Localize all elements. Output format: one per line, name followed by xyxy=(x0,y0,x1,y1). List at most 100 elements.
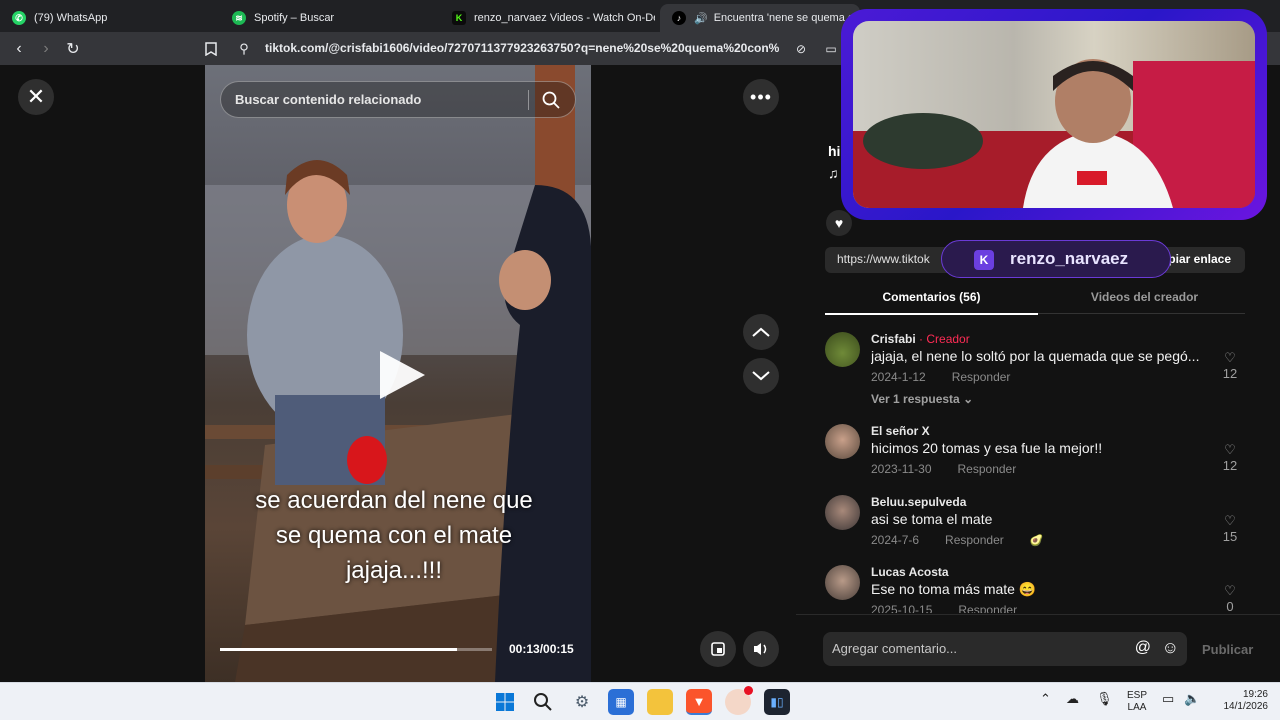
like-count: 15 xyxy=(1222,529,1238,544)
site-info-icon[interactable]: ⚲ xyxy=(233,38,255,60)
microphone-icon[interactable]: 🎙 xyxy=(1096,692,1113,705)
reply-button[interactable]: Responder xyxy=(958,603,1017,613)
tab-tiktok[interactable]: ♪ 🔊 Encuentra 'nene se quema co xyxy=(660,4,860,32)
time-display: 00:13/00:15 xyxy=(509,642,574,656)
tab-title: Spotify – Buscar xyxy=(254,12,335,24)
comment-like[interactable]: ♡ 15 xyxy=(1215,513,1245,544)
share-link-text: https://www.tiktok xyxy=(837,252,930,266)
tab-title: renzo_narvaez Videos - Watch On-De xyxy=(474,12,655,24)
whatsapp-icon: ✆ xyxy=(12,11,26,25)
store-icon[interactable]: ▦ xyxy=(608,689,634,715)
notification-dot-icon xyxy=(744,686,753,695)
comment-like[interactable]: ♡ 12 xyxy=(1215,350,1245,381)
floating-player-button[interactable] xyxy=(700,631,736,667)
tab-spotify[interactable]: ≋ Spotify – Buscar xyxy=(220,4,435,32)
more-options-button[interactable]: ••• xyxy=(743,79,779,115)
cast-icon[interactable]: ▭ xyxy=(820,38,842,60)
comment-like[interactable]: ♡ 12 xyxy=(1215,442,1245,473)
folder-icon[interactable] xyxy=(647,689,673,715)
heart-icon: ♡ xyxy=(1224,350,1236,365)
camera-off-icon[interactable]: ⊘ xyxy=(790,38,812,60)
tab-kick[interactable]: K renzo_narvaez Videos - Watch On-De xyxy=(440,4,655,32)
progress-bar[interactable] xyxy=(220,648,492,651)
comment-author[interactable]: El señor X xyxy=(871,424,930,438)
settings-icon[interactable]: ⚙ xyxy=(569,689,595,715)
related-search-input[interactable]: Buscar contenido relacionado xyxy=(220,81,576,118)
bookmark-icon[interactable] xyxy=(200,38,222,60)
comment-author[interactable]: Lucas Acosta xyxy=(871,565,949,579)
comment-author[interactable]: Beluu.sepulveda xyxy=(871,495,966,509)
obs-icon[interactable]: ▮▯ xyxy=(764,689,790,715)
comment-date: 2023-11-30 xyxy=(871,462,932,476)
display-icon[interactable]: ▭ xyxy=(1162,692,1174,705)
comment-date: 2024-7-6 xyxy=(871,533,920,547)
tab-comments[interactable]: Comentarios (56) xyxy=(825,290,1038,315)
comment-item: Crisfabi · Creador jajaja, el nene lo so… xyxy=(825,332,1245,412)
caption-line: jajaja...!!! xyxy=(345,557,443,584)
brave-icon[interactable]: ▼ xyxy=(686,689,712,715)
comment-meta: 2025-10-15 Responder xyxy=(871,603,1043,613)
comment-item: El señor X hicimos 20 tomas y esa fue la… xyxy=(825,424,1245,484)
audio-icon: 🔊 xyxy=(694,12,708,25)
tab-creator-videos[interactable]: Videos del creador xyxy=(1038,290,1251,304)
streamer-name: renzo_narvaez xyxy=(1010,249,1129,268)
tab-whatsapp[interactable]: ✆ (79) WhatsApp xyxy=(0,4,215,32)
forward-icon[interactable]: › xyxy=(35,38,57,60)
comment-input[interactable]: Agregar comentario... @ ☺ xyxy=(823,632,1187,666)
comment-date: 2025-10-15 xyxy=(871,603,933,613)
avatar[interactable] xyxy=(825,424,860,459)
previous-video-button[interactable] xyxy=(743,314,779,350)
reload-icon[interactable]: ↻ xyxy=(62,38,84,60)
reaction-icon: 🥑 xyxy=(1029,535,1044,547)
kick-icon: K xyxy=(974,250,994,270)
music-icon: ♫ xyxy=(828,165,839,181)
avatar[interactable] xyxy=(825,495,860,530)
comment-author[interactable]: Crisfabi · Creador xyxy=(871,332,970,346)
volume-icon xyxy=(754,643,767,655)
search-placeholder: Buscar contenido relacionado xyxy=(235,92,422,107)
description-snippet: hi xyxy=(828,143,841,159)
avatar[interactable] xyxy=(825,565,860,600)
comment-like[interactable]: ♡ 0 xyxy=(1215,583,1245,613)
publish-button[interactable]: Publicar xyxy=(1202,642,1253,657)
search-icon[interactable] xyxy=(541,90,561,110)
mention-icon[interactable]: @ xyxy=(1135,639,1151,657)
like-count: 0 xyxy=(1226,599,1234,613)
video-frame[interactable] xyxy=(205,65,591,682)
reply-button[interactable]: Responder xyxy=(945,533,1004,547)
tiktok-icon: ♪ xyxy=(672,11,686,25)
video-area: ✕ Buscar contenido relacionado ••• se ac… xyxy=(0,65,796,682)
creator-badge: · Creador xyxy=(919,332,970,346)
avatar[interactable] xyxy=(825,332,860,367)
like-icon[interactable]: ♥ xyxy=(826,210,852,236)
comment-placeholder: Agregar comentario... xyxy=(832,641,958,656)
emoji-icon[interactable]: ☺ xyxy=(1162,638,1179,658)
progress-fill xyxy=(220,648,457,651)
url-field[interactable]: tiktok.com/@crisfabi1606/video/727071137… xyxy=(265,41,785,55)
clock[interactable]: 19:26 14/1/2026 xyxy=(1210,689,1269,713)
like-count: 12 xyxy=(1222,458,1238,473)
video-caption: se acuerdan del nene que se quema con el… xyxy=(205,483,583,588)
webcam-feed xyxy=(853,21,1255,208)
reply-button[interactable]: Responder xyxy=(952,370,1011,384)
comment-item: Lucas Acosta Ese no toma más mate 😄 2025… xyxy=(825,565,1245,613)
view-replies-button[interactable]: Ver 1 respuesta ⌄ xyxy=(871,392,973,406)
kick-icon: K xyxy=(452,11,466,25)
volume-icon[interactable]: 🔈 xyxy=(1184,692,1200,705)
webcam-scene xyxy=(853,59,1255,208)
back-icon[interactable]: ‹ xyxy=(8,38,30,60)
divider xyxy=(528,90,529,110)
reply-button[interactable]: Responder xyxy=(958,462,1017,476)
copy-link-button[interactable]: piar enlace xyxy=(1168,252,1231,266)
app-icon[interactable] xyxy=(725,686,753,715)
cloud-icon[interactable]: ☁ xyxy=(1066,692,1079,705)
search-icon[interactable] xyxy=(530,689,556,715)
close-button[interactable]: ✕ xyxy=(18,79,54,115)
comment-meta: 2024-1-12 Responder xyxy=(871,370,1036,384)
caption-line: se acuerdan del nene que xyxy=(255,487,533,514)
start-icon[interactable] xyxy=(492,689,518,715)
chevron-up-icon[interactable]: ⌃ xyxy=(1040,692,1051,705)
volume-button[interactable] xyxy=(743,631,779,667)
next-video-button[interactable] xyxy=(743,358,779,394)
language-indicator[interactable]: ESP LAA xyxy=(1124,690,1150,714)
